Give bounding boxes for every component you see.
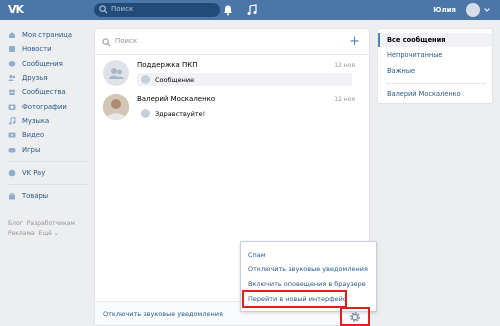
header-search-placeholder: Поиск: [111, 5, 134, 13]
disable-sounds-link[interactable]: Отключить звуковые уведомления: [103, 310, 223, 318]
footer-link-developers[interactable]: Разработчикам: [27, 220, 75, 227]
sidebar-item-label: Сообщения: [22, 59, 63, 68]
sidebar-item-label: Моя страница: [22, 31, 73, 40]
bell-icon[interactable]: [222, 4, 234, 16]
settings-gear-button[interactable]: [347, 309, 363, 325]
filter-divider: [386, 83, 486, 84]
sidebar-item-news[interactable]: Новости: [8, 42, 96, 56]
music-icon: [8, 116, 16, 125]
user-name: Юлия: [433, 6, 456, 14]
games-icon: [8, 146, 16, 154]
sidebar-item-label: Сообщества: [22, 88, 66, 97]
left-sidebar: Моя страница Новости Сообщения Друзья Со…: [8, 28, 96, 203]
header-search-input[interactable]: Поиск: [94, 3, 220, 17]
sidebar-item-label: Музыка: [22, 116, 50, 125]
messages-search-placeholder: Поиск: [115, 37, 138, 45]
camera-icon: [141, 75, 150, 84]
footer-link-blog[interactable]: Блог: [8, 220, 23, 227]
messages-filter-panel: Все сообщения Непрочитанные Важные Валер…: [377, 28, 493, 104]
sidebar-item-label: Друзья: [22, 74, 48, 83]
sidebar-item-games[interactable]: Игры: [8, 142, 96, 156]
search-icon: [99, 5, 108, 14]
filter-contact[interactable]: Валерий Москаленко: [378, 87, 492, 101]
menu-item-spam[interactable]: Спам: [248, 251, 266, 259]
sidebar-item-video[interactable]: Видео: [8, 128, 96, 142]
vk-logo[interactable]: VK: [8, 3, 30, 17]
menu-item-disable-sounds[interactable]: Отключить звуковые уведомления: [248, 265, 368, 273]
gear-icon: [350, 312, 360, 322]
user-menu[interactable]: Юлия: [430, 2, 490, 18]
dialog-preview-text: Здравствуйте!: [155, 110, 206, 118]
dialog-name: Валерий Москаленко: [137, 95, 216, 103]
news-icon: [8, 45, 16, 53]
dialog-name: Поддержка ПКП: [137, 61, 198, 69]
dialog-preview: Здравствуйте!: [137, 107, 352, 120]
community-icon: [109, 68, 124, 79]
sidebar-divider: [8, 183, 88, 185]
communities-icon: [8, 88, 16, 96]
sidebar-footer-links: Блог Разработчикам Реклама Ещё ⌄: [8, 219, 88, 239]
top-header: VK Поиск Юлия: [0, 0, 500, 20]
messages-icon: [8, 60, 16, 68]
person-photo: [103, 94, 129, 120]
footer-link-ads[interactable]: Реклама: [8, 230, 35, 237]
group-avatar: [103, 60, 129, 86]
highlight-new-interface: [242, 290, 347, 308]
chevron-down-icon: [484, 8, 490, 12]
sidebar-item-label: Новости: [22, 45, 52, 54]
photos-icon: [8, 103, 16, 111]
filter-important[interactable]: Важные: [378, 64, 492, 78]
dialog-date: 12 ноя: [334, 62, 355, 69]
camera-icon: [141, 109, 150, 118]
sidebar-item-label: Игры: [22, 145, 41, 154]
sidebar-item-photos[interactable]: Фотографии: [8, 99, 96, 113]
user-avatar: [466, 3, 480, 17]
user-avatar: [103, 94, 129, 120]
home-icon: [8, 31, 16, 39]
sidebar-item-label: Видео: [22, 131, 45, 140]
dialog-preview-text: Сообщение: [155, 76, 195, 84]
music-icon[interactable]: [246, 4, 258, 16]
sidebar-item-label: Фотографии: [22, 102, 67, 111]
sidebar-item-vkpay[interactable]: VK Pay: [8, 166, 96, 180]
messages-search-input[interactable]: Поиск +: [95, 29, 369, 55]
sidebar-item-friends[interactable]: Друзья: [8, 71, 96, 85]
sidebar-item-label: Товары: [22, 192, 49, 201]
menu-item-enable-browser-notifications[interactable]: Включить оповещения в браузере: [248, 280, 366, 288]
dialog-date: 12 ноя: [334, 96, 355, 103]
friends-icon: [8, 74, 16, 82]
vkpay-icon: [8, 169, 16, 177]
video-icon: [8, 131, 16, 139]
dialog-item[interactable]: Валерий Москаленко 12 ноя Здравствуйте!: [95, 92, 369, 132]
dialog-preview: Сообщение: [137, 73, 352, 86]
filter-all-messages[interactable]: Все сообщения: [378, 33, 492, 47]
footer-link-more[interactable]: Ещё ⌄: [39, 230, 59, 237]
sidebar-item-goods[interactable]: Товары: [8, 189, 96, 203]
sidebar-item-music[interactable]: Музыка: [8, 114, 96, 128]
sidebar-item-communities[interactable]: Сообщества: [8, 85, 96, 99]
search-icon: [102, 38, 111, 47]
shopping-bag-icon: [8, 192, 16, 200]
sidebar-item-messages[interactable]: Сообщения: [8, 57, 96, 71]
new-message-button[interactable]: +: [349, 34, 360, 49]
sidebar-divider: [8, 160, 88, 162]
sidebar-item-my-page[interactable]: Моя страница: [8, 28, 96, 42]
filter-unread[interactable]: Непрочитанные: [378, 48, 492, 62]
sidebar-item-label: VK Pay: [22, 168, 46, 177]
